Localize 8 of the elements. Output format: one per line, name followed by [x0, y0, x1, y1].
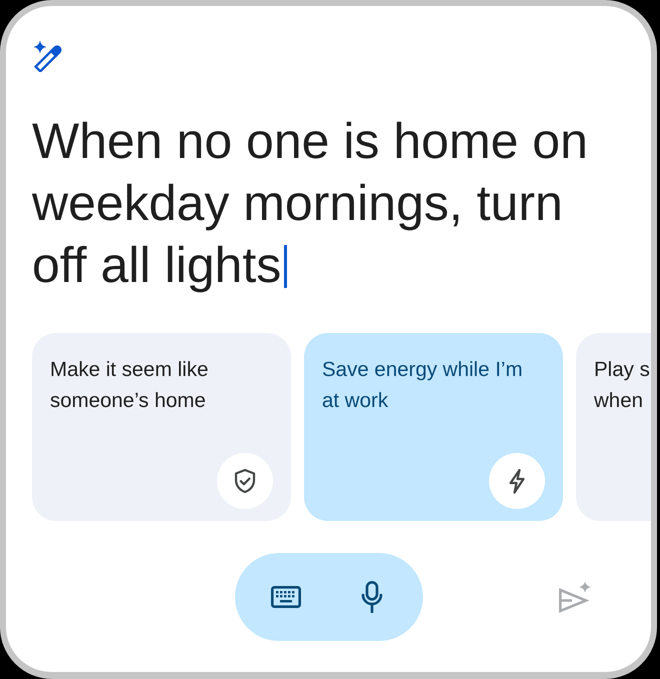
shield-check-icon: [217, 453, 273, 509]
microphone-icon[interactable]: [360, 581, 382, 613]
suggestion-card[interactable]: Play s when: [576, 333, 651, 521]
prompt-field[interactable]: When no one is home on weekday mornings, turn off all lights: [32, 110, 624, 296]
keyboard-icon[interactable]: [270, 586, 300, 608]
lightning-bolt-icon: [489, 453, 545, 509]
suggestion-card[interactable]: Save energy while I’m at work: [304, 333, 563, 521]
suggestion-card[interactable]: Make it seem like someone’s home: [32, 333, 291, 521]
